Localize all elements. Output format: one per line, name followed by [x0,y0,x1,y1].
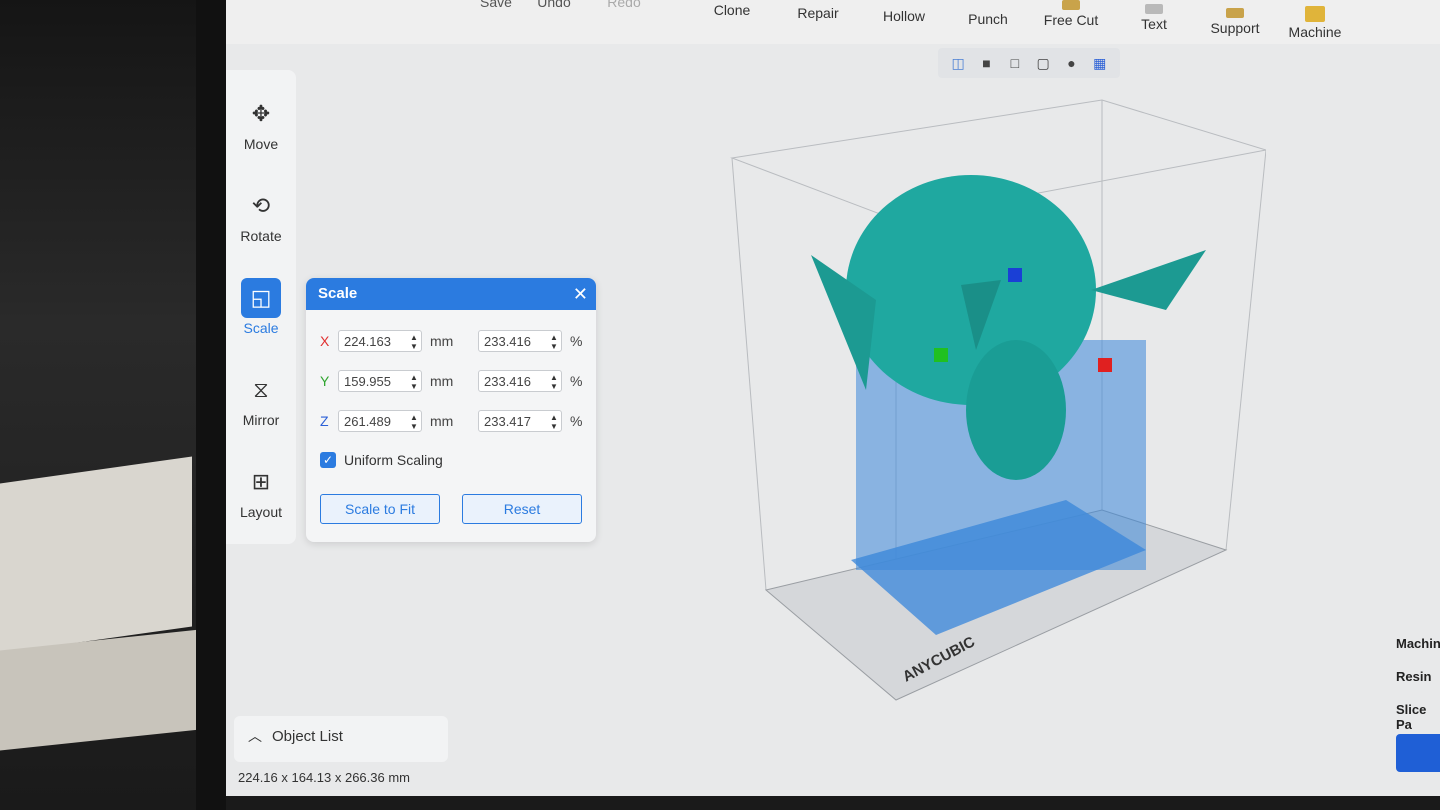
3d-viewport[interactable]: ANYCUBIC [706,90,1266,710]
axis-y-label: Y [320,373,330,389]
slicer-window: Save Undo Redo Clone Repair Hollow Punch… [226,0,1440,810]
scale-panel: Scale ✕ X 224.163 ▲ ▼ mm 233.416 ▲ ▼ % Y 1… [306,278,596,542]
x-pct-stepper[interactable]: ▲ ▼ [549,333,559,351]
tool-scale[interactable]: ◱ Scale [226,278,296,336]
rotate-icon: ⟲ [251,193,271,218]
toolbar-support[interactable]: Support [1202,8,1268,36]
cube-solid-icon[interactable]: ■ [978,55,994,71]
layout-icon: ⊞ [251,469,271,494]
z-mm-input[interactable]: 261.489 ▲ ▼ [338,410,422,432]
right-panel: Machin Resin Slice Pa [1396,636,1440,732]
tool-layout[interactable]: ⊞ Layout [226,462,296,520]
sphere-icon[interactable]: ● [1063,55,1079,71]
gizmo-x-handle[interactable] [1098,358,1112,372]
toolbar-machine[interactable]: Machine [1282,6,1348,40]
layers-icon[interactable]: ▦ [1092,55,1108,71]
tool-mirror[interactable]: ⧖ Mirror [226,370,296,428]
z-pct-input[interactable]: 233.417 ▲ ▼ [478,410,562,432]
mirror-icon: ⧖ [253,377,269,402]
tool-sidebar: ✥ Move ⟲ Rotate ◱ Scale ⧖ Mirror ⊞ Layou… [226,70,296,544]
object-list-panel[interactable]: ︿ Object List [234,716,448,762]
slice-params-label: Slice Pa [1396,702,1427,732]
view-mode-bar: ◫ ■ □ ▢ ● ▦ [938,48,1120,78]
toolbar-undo[interactable]: Undo [524,0,584,10]
tool-move[interactable]: ✥ Move [226,94,296,152]
y-mm-unit: mm [430,373,454,389]
toolbar-hollow[interactable]: Hollow [872,8,936,24]
z-mm-stepper[interactable]: ▲ ▼ [409,413,419,431]
toolbar-redo[interactable]: Redo [594,0,654,10]
x-pct-input[interactable]: 233.416 ▲ ▼ [478,330,562,352]
z-pct-stepper[interactable]: ▲ ▼ [549,413,559,431]
scale-row-x: X 224.163 ▲ ▼ mm 233.416 ▲ ▼ % [320,330,582,354]
x-mm-unit: mm [430,333,454,349]
machine-icon [1305,6,1325,22]
y-pct-stepper[interactable]: ▲ ▼ [549,373,559,391]
text-icon [1145,4,1163,14]
resin-label: Resin [1396,669,1432,684]
y-mm-input[interactable]: 159.955 ▲ ▼ [338,370,422,392]
move-icon: ✥ [251,101,271,126]
gizmo-y-handle[interactable] [934,348,948,362]
gizmo-z-handle[interactable] [1008,268,1022,282]
x-mm-input[interactable]: 224.163 ▲ ▼ [338,330,422,352]
close-icon[interactable]: ✕ [573,278,588,310]
slice-button[interactable] [1396,734,1440,772]
toolbar-free-cut[interactable]: Free Cut [1036,0,1106,28]
frame-icon[interactable]: ▢ [1035,55,1051,71]
toolbar-text[interactable]: Text [1124,4,1184,32]
model-dimensions: 224.16 x 164.13 x 266.36 mm [238,770,411,785]
monitor-bezel [196,0,226,810]
scale-row-y: Y 159.955 ▲ ▼ mm 233.416 ▲ ▼ % [320,370,582,394]
taskbar-dock [226,796,1440,810]
medicine-box-edge [0,629,200,751]
top-toolbar: Save Undo Redo Clone Repair Hollow Punch… [226,0,1440,44]
y-mm-stepper[interactable]: ▲ ▼ [409,373,419,391]
scale-panel-title: Scale [318,285,358,302]
scale-to-fit-button[interactable]: Scale to Fit [320,494,440,524]
machine-label: Machin [1396,636,1440,651]
y-pct-unit: % [570,373,583,389]
reset-button[interactable]: Reset [462,494,582,524]
scale-panel-header: Scale ✕ [306,278,596,310]
medicine-box [0,456,192,654]
check-icon: ✓ [320,452,336,468]
toolbar-punch[interactable]: Punch [958,11,1018,27]
x-mm-stepper[interactable]: ▲ ▼ [409,333,419,351]
toolbar-save[interactable]: Save [466,0,526,10]
tool-rotate[interactable]: ⟲ Rotate [226,186,296,244]
cube-wire-icon[interactable]: ◫ [950,55,966,71]
z-mm-unit: mm [430,413,454,429]
chevron-up-icon[interactable]: ︿ [248,726,262,746]
axis-z-label: Z [320,413,329,429]
cube-outline-icon[interactable]: □ [1007,55,1023,71]
scale-row-z: Z 261.489 ▲ ▼ mm 233.417 ▲ ▼ % [320,410,582,434]
toolbar-clone[interactable]: Clone [702,2,762,18]
free-cut-icon [1062,0,1080,10]
z-pct-unit: % [570,413,583,429]
axis-x-label: X [320,333,330,349]
scale-icon: ◱ [241,278,281,318]
toolbar-repair[interactable]: Repair [788,5,848,21]
x-pct-unit: % [570,333,583,349]
y-pct-input[interactable]: 233.416 ▲ ▼ [478,370,562,392]
support-icon [1226,8,1244,18]
